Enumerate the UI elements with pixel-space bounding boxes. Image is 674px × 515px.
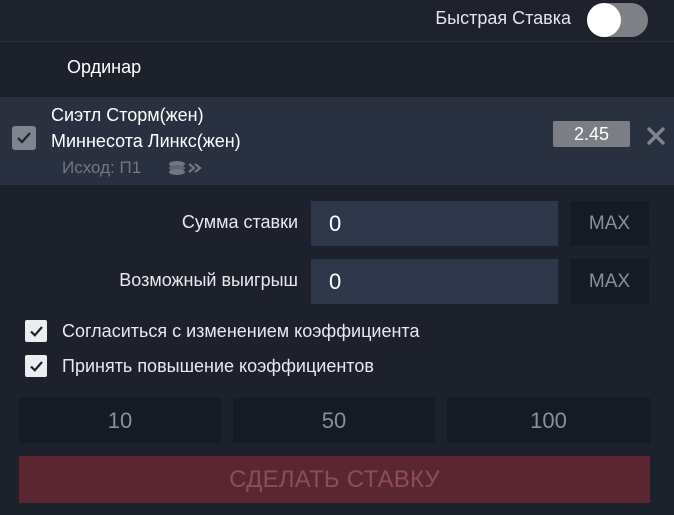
accept-change-label[interactable]: Согласиться с изменением коэффициента (62, 321, 419, 342)
checkbox-check-icon (17, 132, 31, 144)
close-icon[interactable] (645, 125, 667, 147)
quick-amount-button[interactable]: 100 (447, 398, 650, 443)
bet-slip-event: Сиэтл Сторм(жен) Миннесота Линкс(жен) Ис… (0, 97, 674, 185)
quick-amount-button[interactable]: 10 (19, 398, 221, 443)
team-away: Миннесота Линкс(жен) (51, 131, 241, 151)
quick-bet-label: Быстрая Ставка (435, 8, 571, 28)
toggle-knob (587, 3, 621, 37)
accept-raise-checkbox[interactable] (25, 355, 47, 377)
stake-input[interactable]: 0 (311, 201, 558, 246)
check-icon (29, 325, 43, 337)
check-icon (29, 360, 43, 372)
outcome-label: Исход: П1 (62, 158, 142, 177)
accept-raise-label[interactable]: Принять повышение коэффициентов (62, 356, 374, 377)
stake-max-button[interactable]: MAX (570, 201, 649, 246)
team-home: Сиэтл Сторм(жен) (51, 105, 204, 125)
place-bet-button[interactable]: СДЕЛАТЬ СТАВКУ (19, 456, 650, 503)
event-checkbox[interactable] (12, 126, 36, 150)
accept-change-checkbox[interactable] (25, 320, 47, 342)
coins-icon (169, 161, 202, 175)
win-max-button[interactable]: MAX (570, 259, 649, 304)
quick-bet-toggle[interactable] (587, 3, 648, 37)
win-label: Возможный выигрыш (119, 270, 298, 290)
top-bar: Быстрая Ставка (0, 0, 674, 42)
odds-badge: 2.45 (553, 121, 630, 147)
stake-label: Сумма ставки (181, 212, 298, 232)
win-input[interactable]: 0 (311, 259, 558, 304)
quick-amount-button[interactable]: 50 (233, 398, 435, 443)
section-title: Ординар (67, 57, 142, 77)
